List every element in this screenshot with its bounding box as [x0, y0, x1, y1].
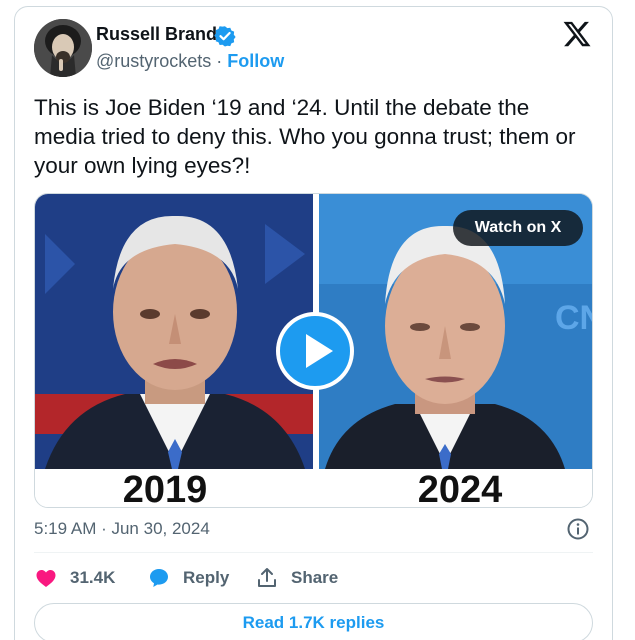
like-count: 31.4K: [70, 568, 116, 587]
heart-icon: [36, 570, 56, 587]
reply-label: Reply: [183, 568, 230, 587]
info-icon[interactable]: [566, 517, 590, 541]
tweet-text: This is Joe Biden ‘19 and ‘24. Until the…: [34, 95, 576, 178]
author-name[interactable]: Russell Brand: [96, 24, 217, 45]
share-icon: [258, 568, 276, 587]
handle-separator: ·: [211, 51, 228, 71]
like-button[interactable]: 31.4K: [34, 566, 115, 590]
media-video[interactable]: CNN 2019 2024 Watch on X: [34, 193, 593, 508]
verified-badge-icon: [214, 26, 236, 47]
x-logo-icon[interactable]: [562, 19, 592, 49]
read-replies-button[interactable]: Read 1.7K replies: [34, 603, 593, 640]
share-label: Share: [291, 568, 339, 587]
watch-on-x-button[interactable]: Watch on X: [453, 210, 583, 246]
follow-button[interactable]: Follow: [227, 51, 284, 71]
author-handle[interactable]: @rustyrockets: [96, 51, 211, 71]
caption-2019: 2019: [122, 469, 208, 508]
play-button[interactable]: [276, 312, 354, 390]
handle-row: @rustyrockets · Follow: [96, 51, 284, 72]
tweet-timestamp[interactable]: 5:19 AM · Jun 30, 2024: [34, 519, 210, 539]
play-icon: [306, 334, 333, 368]
reply-button[interactable]: Reply: [147, 566, 229, 590]
caption-2024: 2024: [417, 469, 503, 508]
reply-bubble-icon: [150, 569, 168, 587]
divider: [34, 552, 593, 553]
avatar[interactable]: [34, 19, 92, 77]
share-button[interactable]: Share: [255, 566, 338, 590]
svg-text:CNN: CNN: [555, 299, 593, 337]
avatar-image: [34, 19, 92, 77]
